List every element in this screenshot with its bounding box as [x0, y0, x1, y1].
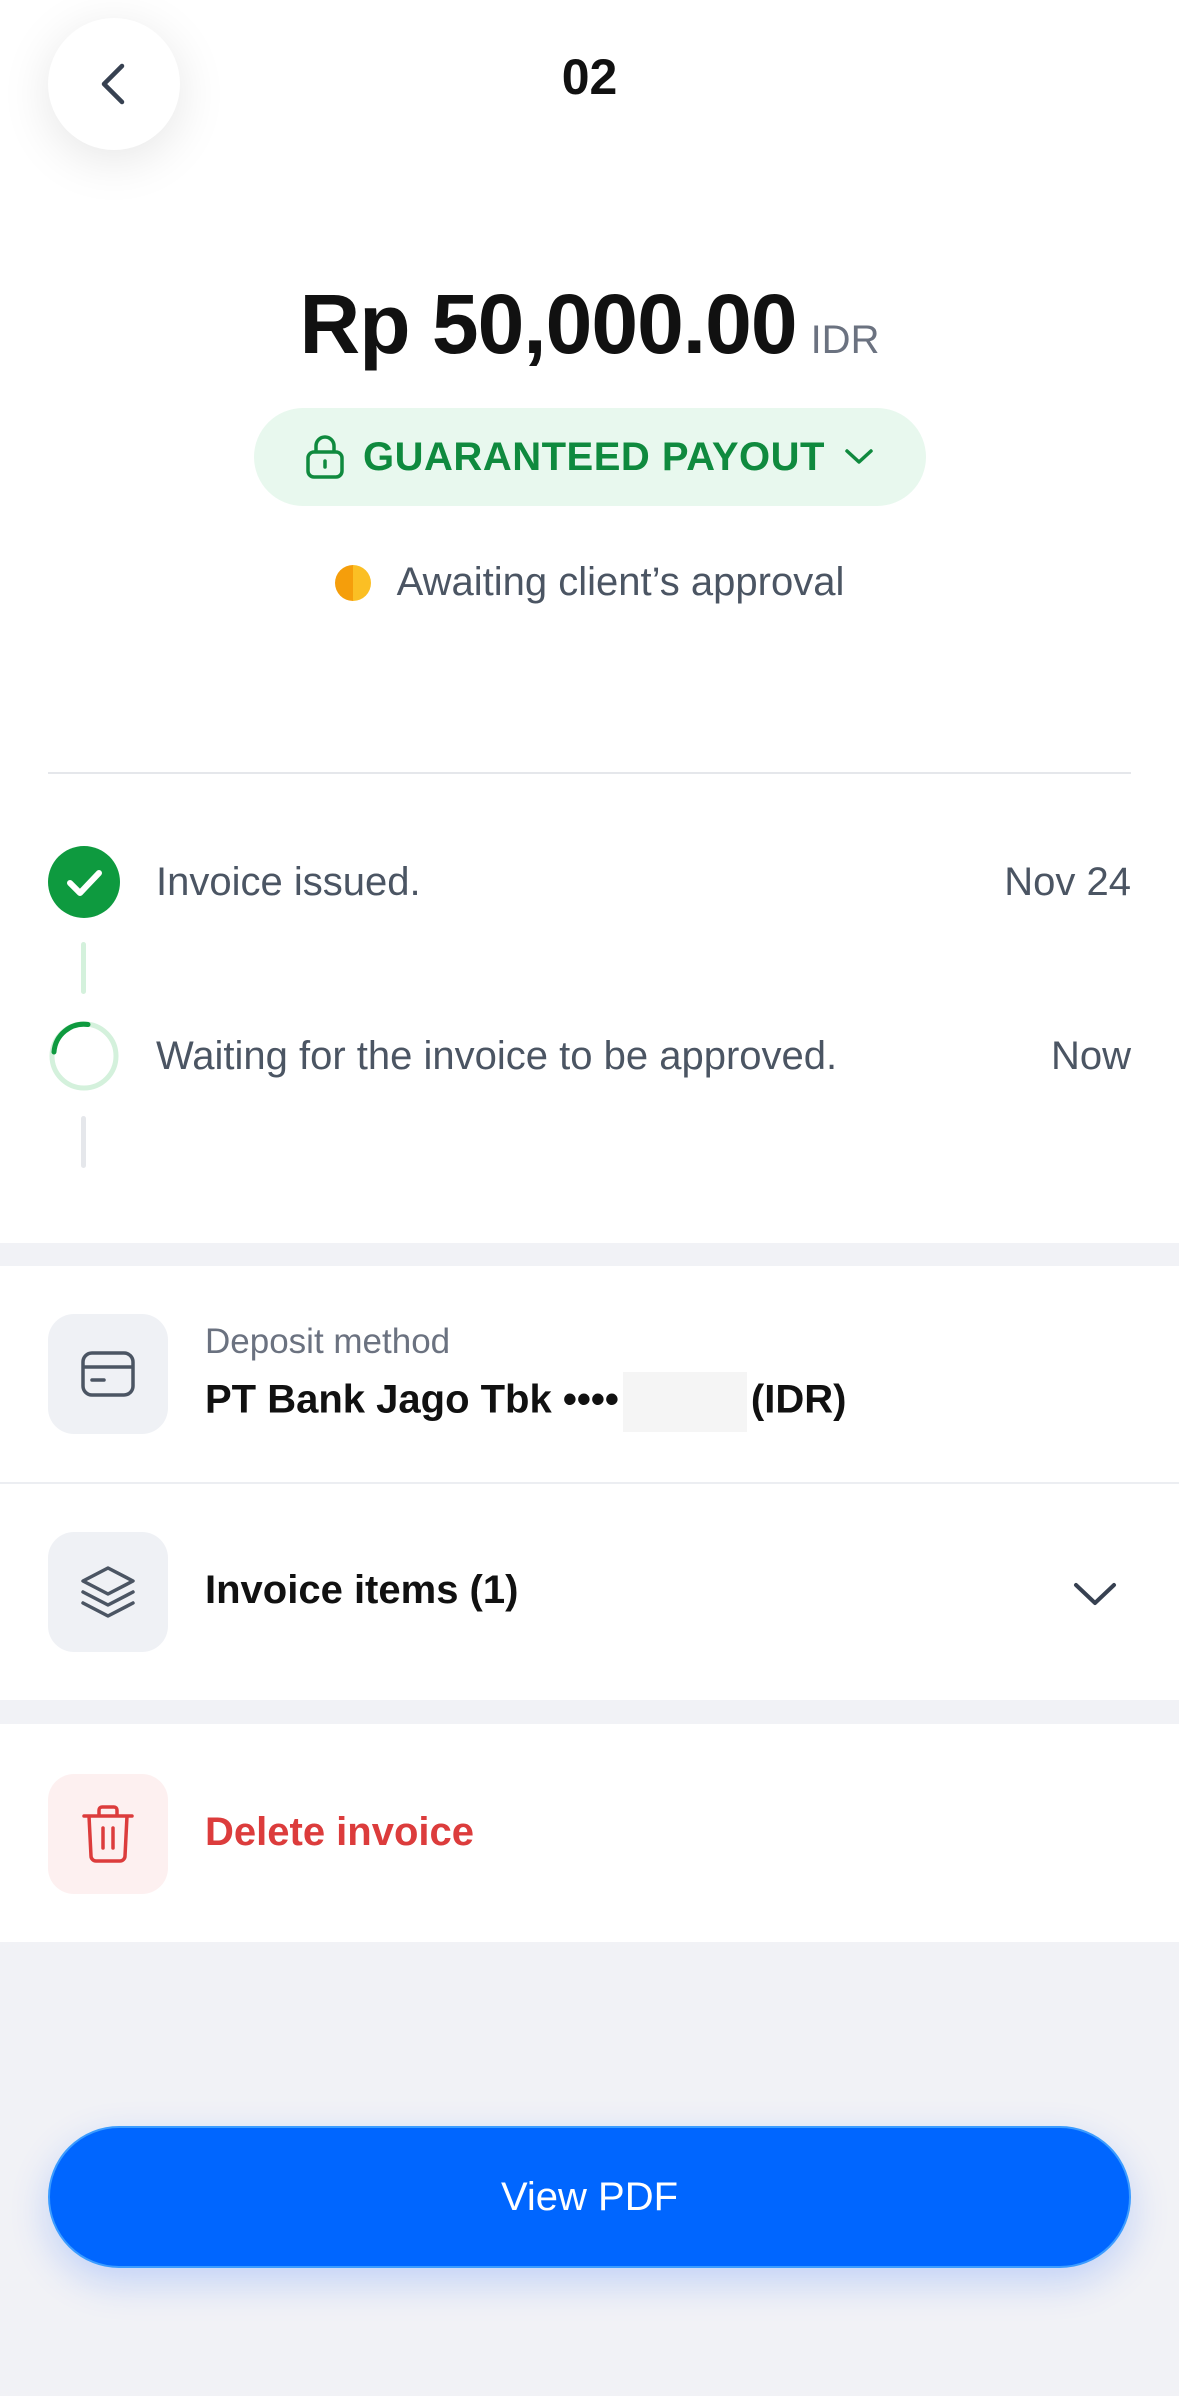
timeline-connector	[81, 1116, 86, 1168]
redacted-account-number	[622, 1372, 747, 1432]
account-currency: (IDR)	[750, 1377, 847, 1422]
timeline-item-issued: Invoice issued. Nov 24	[48, 842, 1131, 922]
layers-icon	[48, 1532, 168, 1652]
trash-icon	[48, 1774, 168, 1894]
invoice-items-row[interactable]: Invoice items (1)	[0, 1484, 1179, 1700]
deposit-method-label: Deposit method	[205, 1322, 451, 1361]
invoice-items-label: Invoice items (1)	[205, 1568, 519, 1612]
status-text: Awaiting client’s approval	[396, 560, 845, 604]
invoice-detail-panel: 02 Rp 50,000.00 IDR GUARANTEED PAYOUT Aw…	[0, 0, 1179, 1243]
amount-currency: IDR	[810, 318, 880, 362]
divider	[48, 772, 1131, 774]
guaranteed-payout-toggle[interactable]: GUARANTEED PAYOUT	[254, 408, 926, 506]
invoice-amount: Rp 50,000.00 IDR	[0, 276, 1179, 373]
chevron-down-icon	[845, 449, 873, 464]
timeline-connector	[81, 942, 86, 994]
delete-section: Delete invoice	[0, 1724, 1179, 1942]
view-pdf-label: View PDF	[500, 2174, 679, 2219]
loading-spinner-icon	[48, 1020, 120, 1092]
timeline-date: Now	[1050, 1033, 1131, 1078]
delete-invoice-button[interactable]: Delete invoice	[0, 1724, 1179, 1942]
timeline-item-waiting: Waiting for the invoice to be approved. …	[48, 1016, 1131, 1096]
timeline-date: Nov 24	[1004, 859, 1131, 904]
page-title: 02	[561, 49, 618, 105]
account-mask: ••••	[562, 1377, 619, 1422]
timeline-text: Waiting for the invoice to be approved.	[156, 1033, 838, 1078]
deposit-method-value: PT Bank Jago Tbk •••• (IDR)	[205, 1372, 846, 1432]
lock-icon	[306, 435, 344, 479]
payout-label: GUARANTEED PAYOUT	[363, 434, 825, 479]
bank-name: PT Bank Jago Tbk	[205, 1377, 552, 1422]
view-pdf-button[interactable]: View PDF	[48, 2126, 1131, 2268]
invoice-status: Awaiting client’s approval	[0, 560, 1179, 605]
check-circle-icon	[48, 846, 120, 918]
card-icon	[48, 1314, 168, 1434]
deposit-method-row[interactable]: Deposit method PT Bank Jago Tbk •••• (IDR…	[0, 1266, 1179, 1482]
chevron-down-icon	[1074, 1583, 1116, 1605]
amount-value: Rp 50,000.00	[299, 277, 798, 371]
pending-status-icon	[334, 564, 371, 601]
invoice-details-section: Deposit method PT Bank Jago Tbk •••• (IDR…	[0, 1266, 1179, 1700]
delete-invoice-label: Delete invoice	[205, 1810, 475, 1854]
timeline-text: Invoice issued.	[156, 859, 421, 904]
